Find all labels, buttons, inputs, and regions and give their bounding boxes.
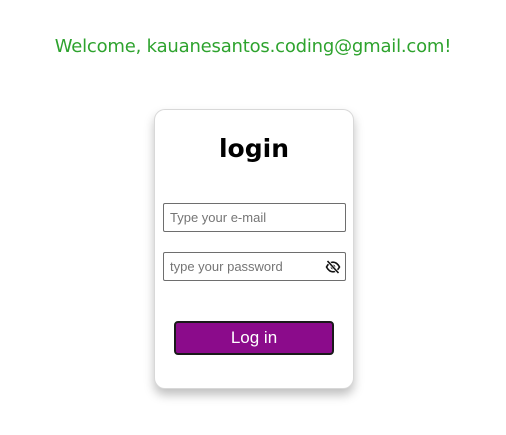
- login-card: login Log in: [154, 109, 354, 389]
- login-title: login: [218, 134, 289, 163]
- login-button[interactable]: Log in: [174, 321, 334, 355]
- welcome-message: Welcome, kauanesantos.coding@gmail.com!: [54, 36, 452, 57]
- password-field-wrapper: [163, 252, 346, 281]
- eye-slash-icon[interactable]: [325, 259, 341, 275]
- email-input[interactable]: [164, 204, 345, 231]
- password-input[interactable]: [164, 253, 345, 280]
- email-field-wrapper: [163, 203, 346, 232]
